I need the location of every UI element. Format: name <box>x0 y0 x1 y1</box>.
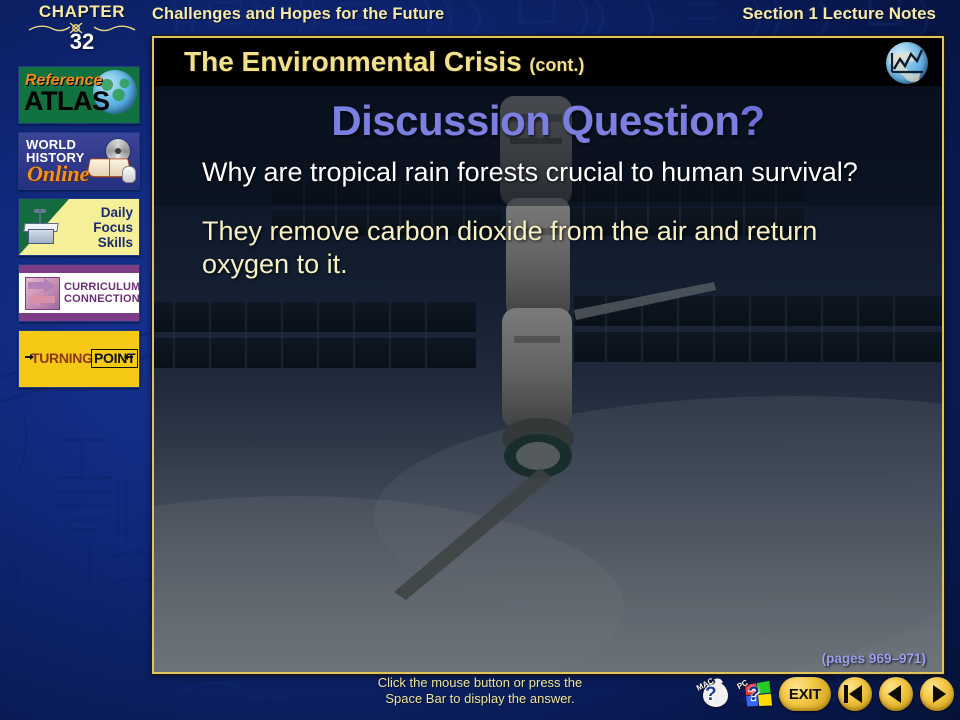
curriculum-label-2: CONNECTION <box>64 293 140 305</box>
pc-help-button[interactable]: PC ? <box>736 678 773 710</box>
daily-focus-label-3: Skills <box>97 235 133 250</box>
previous-slide-button[interactable] <box>879 677 913 711</box>
slide-title-bar: The Environmental Crisis (cont.) <box>154 38 942 86</box>
chapter-title: Challenges and Hopes for the Future <box>152 5 445 23</box>
slide-title-cont: (cont.) <box>529 55 585 75</box>
daily-focus-labels: Daily Focus Skills <box>93 205 133 250</box>
turning-point-label-1: TURNING <box>31 350 93 366</box>
sidebar-item-daily-focus-skills[interactable]: Daily Focus Skills <box>18 198 140 256</box>
chapter-block: CHAPTER 32 <box>22 2 142 54</box>
curriculum-connection-labels: CURRICULUM CONNECTION <box>64 281 140 305</box>
slide-body: Discussion Question? Why are tropical ra… <box>154 98 942 281</box>
discussion-question-heading: Discussion Question? <box>194 98 902 144</box>
sidebar-item-world-history-online[interactable]: WORLD HISTORY Online <box>18 132 140 190</box>
pages-reference: (pages 969–971) <box>821 651 926 666</box>
chapter-word: CHAPTER <box>38 2 126 21</box>
sidebar-item-curriculum-connection[interactable]: CURRICULUM CONNECTION <box>18 264 140 322</box>
instruction-text: Click the mouse button or press the Spac… <box>300 675 660 707</box>
daily-focus-label-1: Daily <box>100 205 133 220</box>
slide-title-main: The Environmental Crisis <box>184 46 522 77</box>
sidebar-item-reference-atlas[interactable]: Reference ATLAS <box>18 66 140 124</box>
arrows-icon <box>25 277 60 310</box>
instruction-line-1: Click the mouse button or press the <box>377 675 583 690</box>
turning-point-graphic: TURNING POINT <box>25 349 139 369</box>
slide-title: The Environmental Crisis (cont.) <box>184 46 584 78</box>
top-header-bar: Challenges and Hopes for the Future Sect… <box>0 0 960 34</box>
bottom-toolbar: Click the mouse button or press the Spac… <box>0 670 960 720</box>
book-cd-icon <box>85 139 136 183</box>
discussion-answer-text: They remove carbon dioxide from the air … <box>202 216 818 279</box>
chevron-right-icon <box>920 677 954 711</box>
world-history-label-3: Online <box>27 161 90 186</box>
reference-atlas-label-2: ATLAS <box>24 86 110 116</box>
mac-help-question-icon: ? <box>705 684 717 705</box>
exit-label: EXIT <box>788 685 822 703</box>
sidebar-buttons: Reference ATLAS WORLD HISTORY Online Dai… <box>18 66 140 396</box>
question-mark: ? <box>739 97 766 144</box>
exit-button[interactable]: EXIT <box>779 677 831 711</box>
mac-help-button[interactable]: MAC ? <box>695 676 731 710</box>
presentation-slide: Challenges and Hopes for the Future Sect… <box>0 0 960 720</box>
instruction-line-2: Space Bar to display the answer. <box>385 691 575 706</box>
skip-back-icon <box>838 677 872 711</box>
section-label: Section 1 Lecture Notes <box>742 4 936 23</box>
chevron-left-icon <box>879 677 913 711</box>
chapter-number: 32 <box>69 29 95 54</box>
pc-help-question-icon: ? <box>748 684 760 705</box>
turning-point-label-2: POINT <box>91 349 139 368</box>
sidebar-item-turning-point[interactable]: TURNING POINT <box>18 330 140 388</box>
first-slide-button[interactable] <box>838 677 872 711</box>
discussion-question-text: Why are tropical rain forests crucial to… <box>202 157 858 187</box>
discussion-heading-text: Discussion Question <box>331 97 740 144</box>
globe-chart-icon <box>886 42 928 84</box>
desk-icon <box>23 209 59 244</box>
curriculum-label-1: CURRICULUM <box>64 281 140 293</box>
navigation-buttons: MAC ? PC ? EXIT <box>695 674 954 714</box>
slide-content-frame: The Environmental Crisis (cont.) Discuss… <box>152 36 944 674</box>
next-slide-button[interactable] <box>920 677 954 711</box>
daily-focus-label-2: Focus <box>93 220 133 235</box>
